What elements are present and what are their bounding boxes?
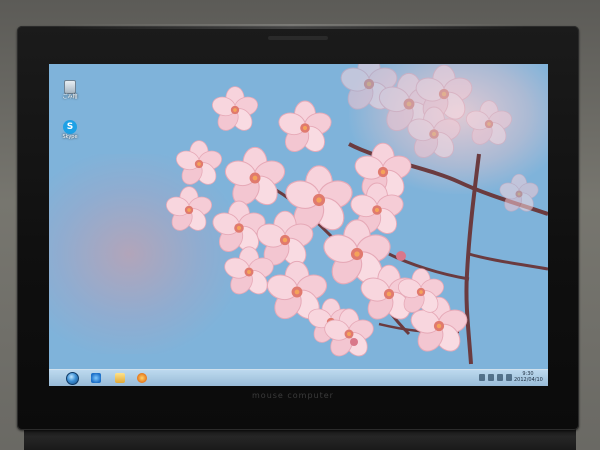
tray-network-icon[interactable] [488,374,494,381]
taskbar: 9:30 2012/04/10 [49,369,548,386]
wallpaper-blossom-art [163,64,548,365]
start-orb-icon[interactable] [66,372,79,385]
clock-date: 2012/04/10 [514,377,543,383]
system-tray[interactable] [479,374,512,382]
tray-flag-icon[interactable] [479,374,485,381]
desktop-icon-label: ごみ箱 [62,94,78,100]
desktop-icon-recycle-bin[interactable]: ごみ箱 [55,80,85,101]
tray-volume-icon[interactable] [497,374,503,381]
media-player-icon[interactable] [137,373,147,383]
skype-icon: S [63,120,77,134]
desktop-screen: ごみ箱 S Skype 9:30 2012/04/10 [49,64,548,386]
desktop-icon-label: Skype [62,134,78,140]
folder-icon[interactable] [115,373,125,383]
taskbar-clock[interactable]: 9:30 2012/04/10 [514,371,543,383]
desktop-icon-skype[interactable]: S Skype [55,120,85,141]
internet-explorer-icon[interactable] [91,373,101,383]
recycle-bin-icon [64,80,76,94]
bezel-highlight [56,24,526,29]
tray-battery-icon[interactable] [506,374,512,381]
webcam-strip [268,36,328,40]
laptop-hinge [24,428,576,450]
brand-logo: mouse computer [252,391,334,400]
